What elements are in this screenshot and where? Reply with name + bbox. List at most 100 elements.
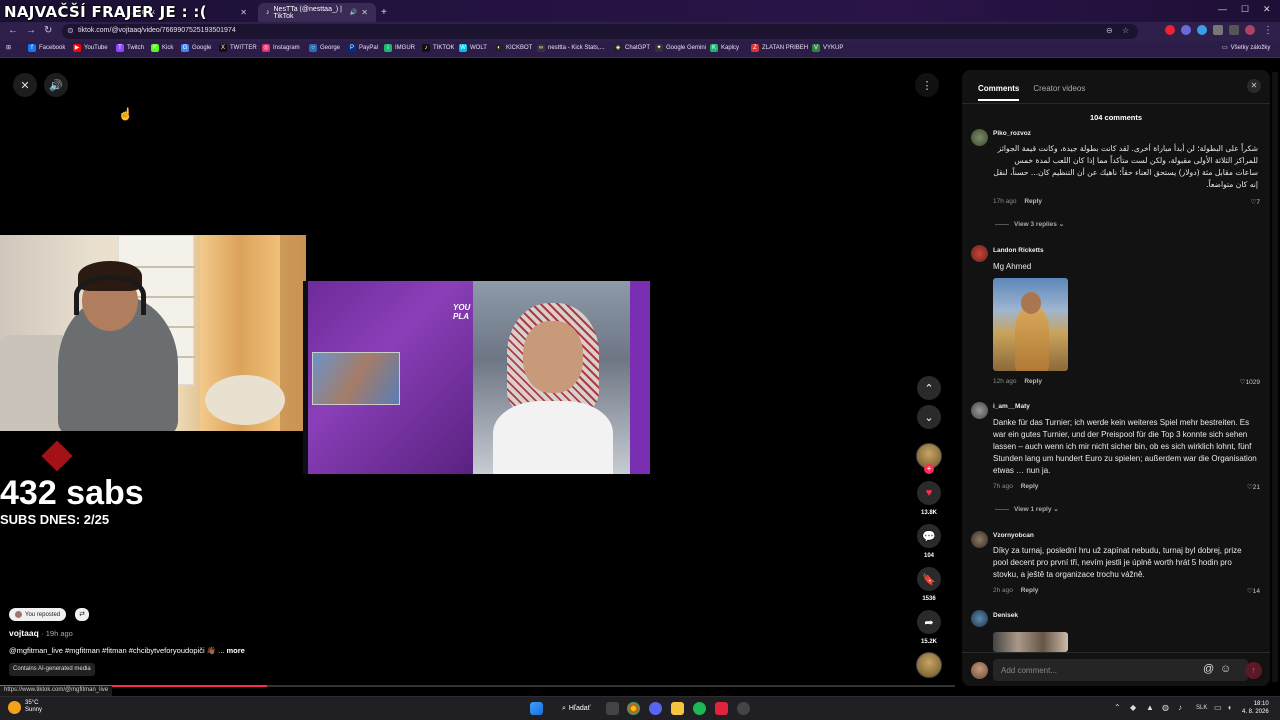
- comment-username[interactable]: Piko_rozvoz: [993, 130, 1031, 137]
- browser-tab-active[interactable]: ♪ NesTTa (@nesttaa_) | TikTok 🔊 ✕: [258, 3, 376, 22]
- extensions-puzzle-icon[interactable]: [1213, 25, 1223, 35]
- profile-icon[interactable]: [1245, 25, 1255, 35]
- reload-icon[interactable]: ↻: [44, 25, 52, 36]
- mute-button[interactable]: 🔊: [44, 73, 68, 97]
- send-button[interactable]: ↑: [1245, 662, 1262, 679]
- task-view-icon[interactable]: [606, 702, 619, 715]
- bookmark-item[interactable]: ♪ TIKTOK: [422, 44, 455, 52]
- emoji-icon[interactable]: ☺: [1220, 663, 1231, 675]
- taskbar-search[interactable]: ⌕ Hľadať: [556, 701, 596, 716]
- bookmark-item[interactable]: K Kaplcy: [710, 44, 739, 52]
- window-close-icon[interactable]: ✕: [1263, 4, 1271, 15]
- all-bookmarks[interactable]: ▭ Všetky záložky: [1222, 44, 1270, 52]
- tab-creator-videos[interactable]: Creator videos: [1033, 84, 1085, 101]
- bookmark-item[interactable]: X TWITTER: [219, 44, 257, 52]
- page-scrollbar[interactable]: [1272, 72, 1278, 682]
- tray-app-icon[interactable]: ▲: [1146, 703, 1154, 712]
- comment-image[interactable]: [993, 278, 1068, 371]
- repost-icon[interactable]: ⇄: [75, 608, 89, 621]
- menu-icon[interactable]: ⋮: [1263, 25, 1273, 36]
- discord-icon[interactable]: [649, 702, 662, 715]
- system-clock[interactable]: 18:10 4. 8. 2026: [1242, 700, 1269, 716]
- avatar[interactable]: [971, 245, 988, 262]
- comment-button[interactable]: 💬: [917, 524, 941, 548]
- caption-text[interactable]: @mgfitman_live #mgfitman #fitman #chciby…: [9, 646, 224, 655]
- reply-button[interactable]: Reply: [1021, 587, 1039, 594]
- bookmark-item[interactable]: ✦ Google Gemini: [655, 44, 706, 52]
- view-replies-button[interactable]: View 3 replies ⌄: [995, 220, 1064, 228]
- network-icon[interactable]: ▭: [1214, 703, 1222, 712]
- next-video-button[interactable]: ⌄: [917, 405, 941, 429]
- comment-username[interactable]: Landon Ricketts: [993, 247, 1044, 254]
- comment-image[interactable]: [993, 632, 1068, 652]
- back-icon[interactable]: ←: [8, 25, 18, 36]
- more-options-button[interactable]: ⋮: [915, 73, 939, 97]
- file-explorer-icon[interactable]: [671, 702, 684, 715]
- video-author[interactable]: vojtaaq · 19h ago: [9, 628, 73, 638]
- site-info-icon[interactable]: ⊜: [67, 26, 74, 35]
- volume-icon[interactable]: ◖: [1227, 703, 1232, 712]
- new-tab-button[interactable]: +: [378, 3, 392, 22]
- recorder-icon[interactable]: [715, 702, 728, 715]
- maximize-icon[interactable]: ☐: [1241, 4, 1249, 15]
- bookmark-item[interactable]: P PayPal: [348, 44, 378, 52]
- comment-like[interactable]: ♡14: [1247, 587, 1260, 595]
- bookmark-item[interactable]: f Facebook: [28, 44, 65, 52]
- extension-icon[interactable]: [1165, 25, 1175, 35]
- comment-like[interactable]: ♡21: [1247, 483, 1260, 491]
- reply-button[interactable]: Reply: [1024, 378, 1042, 385]
- url-text[interactable]: tiktok.com/@vojtaaq/video/76699075251935…: [78, 27, 236, 34]
- windows-start-icon[interactable]: [530, 702, 543, 715]
- tab-comments[interactable]: Comments: [978, 84, 1020, 101]
- side-panel-icon[interactable]: [1229, 25, 1239, 35]
- forward-icon[interactable]: →: [26, 25, 36, 36]
- close-video-button[interactable]: ✕: [13, 73, 37, 97]
- bookmark-item[interactable]: ◐ KICKBOT: [495, 44, 532, 52]
- more-link[interactable]: more: [226, 646, 244, 655]
- extension-icon[interactable]: [1181, 25, 1191, 35]
- bookmark-item[interactable]: ◈ ChatGPT: [614, 44, 650, 52]
- bookmark-item[interactable]: G Google: [181, 44, 211, 52]
- comment-username[interactable]: i_am__Maty: [993, 403, 1030, 410]
- bookmark-item[interactable]: ◎ Instagram: [262, 44, 300, 52]
- bookmark-item[interactable]: i IMGUR: [384, 44, 415, 52]
- avatar[interactable]: [971, 610, 988, 627]
- close-icon[interactable]: ✕: [361, 8, 368, 17]
- bookmark-item[interactable]: Z ZLATAN PRIBEH: [751, 44, 808, 52]
- address-bar[interactable]: ⊜ tiktok.com/@vojtaaq/video/766990752519…: [62, 24, 1138, 39]
- language-indicator[interactable]: SLK: [1196, 705, 1207, 711]
- follow-plus-icon[interactable]: +: [924, 464, 934, 474]
- bookmark-item[interactable]: ▶ YouTube: [73, 44, 108, 52]
- spotify-icon[interactable]: [693, 702, 706, 715]
- chrome-icon[interactable]: [627, 702, 640, 715]
- tray-app-icon[interactable]: ◆: [1130, 703, 1136, 712]
- app-icon[interactable]: [737, 702, 750, 715]
- close-icon[interactable]: ✕: [240, 8, 247, 17]
- extension-icon[interactable]: [1197, 25, 1207, 35]
- weather-widget[interactable]: 35°C Sunny: [8, 700, 42, 714]
- reply-button[interactable]: Reply: [1024, 198, 1042, 205]
- tray-app-icon[interactable]: ◍: [1162, 703, 1169, 712]
- comment-username[interactable]: Denisek: [993, 612, 1018, 619]
- zoom-icon[interactable]: ⊖: [1106, 26, 1113, 35]
- avatar[interactable]: [971, 402, 988, 419]
- mention-icon[interactable]: @: [1203, 663, 1214, 675]
- view-replies-button[interactable]: View 1 reply ⌄: [995, 505, 1059, 513]
- avatar[interactable]: [971, 531, 988, 548]
- bookmark-item[interactable]: W WOLT: [459, 44, 487, 52]
- avatar[interactable]: [971, 129, 988, 146]
- comment-like[interactable]: ♡7: [1251, 198, 1260, 206]
- video-progress-bar[interactable]: [0, 685, 955, 687]
- reply-button[interactable]: Reply: [1021, 483, 1039, 490]
- star-icon[interactable]: ☆: [1122, 26, 1129, 35]
- share-button[interactable]: ➦: [917, 610, 941, 634]
- minimize-icon[interactable]: —: [1218, 4, 1227, 14]
- bookmark-item[interactable]: T Twitch: [116, 44, 144, 52]
- repost-badge[interactable]: You reposted: [9, 608, 67, 621]
- microphone-icon[interactable]: ♪: [1178, 703, 1182, 712]
- bookmark-item[interactable]: V VYKUP: [812, 44, 843, 52]
- bookmark-item[interactable]: ∞ nesttta - Kick Stats,...: [537, 44, 605, 52]
- comment-username[interactable]: Vzornyobcan: [993, 532, 1034, 539]
- previous-video-button[interactable]: ⌃: [917, 376, 941, 400]
- chevron-up-icon[interactable]: ⌃: [1114, 703, 1121, 712]
